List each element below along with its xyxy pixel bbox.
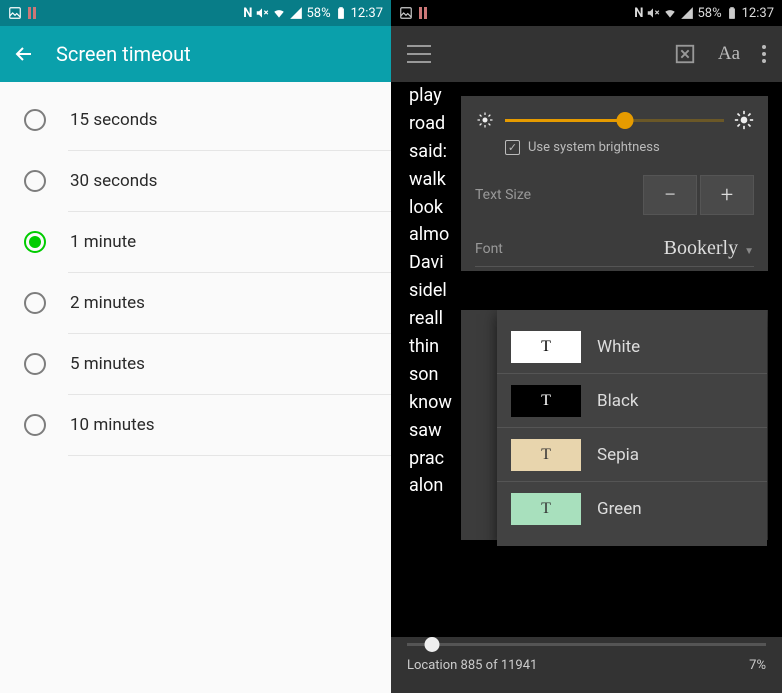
font-icon[interactable]: Aa xyxy=(718,43,740,65)
status-bar: N 58% 12:37 xyxy=(0,0,391,26)
option-10m[interactable]: 10 minutes xyxy=(0,395,391,455)
slider-thumb[interactable] xyxy=(617,112,634,129)
font-selector[interactable]: Font Bookerly▼ xyxy=(475,237,754,267)
pause-icon xyxy=(419,7,427,19)
image-icon xyxy=(8,6,22,20)
battery-icon xyxy=(334,6,348,20)
overflow-icon[interactable] xyxy=(762,45,766,63)
radio-icon-selected xyxy=(24,231,46,253)
bottom-bar: Location 885 of 11941 7% xyxy=(391,637,782,693)
option-1m[interactable]: 1 minute xyxy=(0,212,391,272)
clock: 12:37 xyxy=(742,6,774,21)
slider-thumb[interactable] xyxy=(425,637,440,652)
swatch-black: T xyxy=(511,385,581,417)
pause-icon xyxy=(28,7,36,19)
n-icon: N xyxy=(243,6,252,21)
mute-icon xyxy=(646,6,660,20)
n-icon: N xyxy=(634,6,643,21)
swatch-sepia: T xyxy=(511,439,581,471)
display-panel: ✓ Use system brightness Text Size − + Fo… xyxy=(461,96,768,271)
signal-icon xyxy=(289,6,303,20)
progress-slider[interactable] xyxy=(407,643,766,646)
color-sepia[interactable]: TSepia xyxy=(497,428,767,482)
text-size-decrease[interactable]: − xyxy=(643,175,697,215)
text-size-label: Text Size xyxy=(475,187,531,203)
brightness-high-icon xyxy=(734,110,754,130)
status-bar: N 58% 12:37 xyxy=(391,0,782,26)
page-title: Screen timeout xyxy=(56,42,191,66)
reader-screen: N 58% 12:37 Aa play road said: walk look… xyxy=(391,0,782,693)
color-white[interactable]: TWhite xyxy=(497,320,767,374)
location-text: Location 885 of 11941 xyxy=(407,658,537,673)
swatch-green: T xyxy=(511,493,581,525)
option-30s[interactable]: 30 seconds xyxy=(0,151,391,211)
wifi-icon xyxy=(272,6,286,20)
option-2m[interactable]: 2 minutes xyxy=(0,273,391,333)
brightness-slider[interactable] xyxy=(505,119,724,122)
title-bar: Screen timeout xyxy=(0,26,391,82)
radio-icon xyxy=(24,292,46,314)
color-green[interactable]: TGreen xyxy=(497,482,767,536)
brightness-low-icon xyxy=(475,110,495,130)
option-15s[interactable]: 15 seconds xyxy=(0,90,391,150)
radio-icon xyxy=(24,109,46,131)
mute-icon xyxy=(255,6,269,20)
color-black[interactable]: TBlack xyxy=(497,374,767,428)
battery-percent: 58% xyxy=(697,6,721,21)
clock: 12:37 xyxy=(351,6,383,21)
swatch-white: T xyxy=(511,331,581,363)
timeout-options: 15 seconds 30 seconds 1 minute 2 minutes… xyxy=(0,82,391,456)
color-scheme-popup: TWhite TBlack TSepia TGreen xyxy=(497,310,767,546)
option-5m[interactable]: 5 minutes xyxy=(0,334,391,394)
wifi-icon xyxy=(663,6,677,20)
battery-icon xyxy=(725,6,739,20)
menu-icon[interactable] xyxy=(407,45,431,63)
percent-text: 7% xyxy=(749,658,766,673)
battery-percent: 58% xyxy=(306,6,330,21)
signal-icon xyxy=(680,6,694,20)
radio-icon xyxy=(24,170,46,192)
reader-toolbar: Aa xyxy=(391,26,782,82)
radio-icon xyxy=(24,353,46,375)
back-icon[interactable] xyxy=(12,42,36,66)
radio-icon xyxy=(24,414,46,436)
xray-icon[interactable] xyxy=(674,43,696,65)
image-icon xyxy=(399,6,413,20)
system-brightness-checkbox[interactable]: ✓ Use system brightness xyxy=(505,140,754,155)
checkbox-icon: ✓ xyxy=(505,140,520,155)
text-size-increase[interactable]: + xyxy=(700,175,754,215)
settings-screen: N 58% 12:37 Screen timeout 15 seconds 30… xyxy=(0,0,391,693)
chevron-down-icon: ▼ xyxy=(744,246,754,257)
